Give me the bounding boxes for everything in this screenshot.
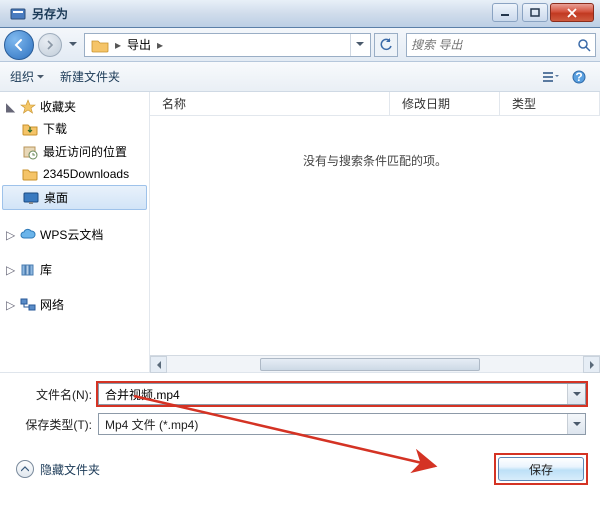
network-icon — [20, 297, 36, 313]
save-form: 文件名(N): 保存类型(T): Mp4 文件 (*.mp4) — [0, 373, 600, 447]
file-list-view: 名称 修改日期 类型 没有与搜索条件匹配的项。 — [150, 92, 600, 372]
footer: 隐藏文件夹 保存 — [0, 447, 600, 495]
chevron-right-icon[interactable]: ▸ — [155, 38, 165, 52]
address-dropdown[interactable] — [350, 34, 368, 56]
new-folder-button[interactable]: 新建文件夹 — [60, 68, 120, 85]
help-button[interactable]: ? — [568, 66, 590, 88]
column-modified[interactable]: 修改日期 — [390, 92, 500, 115]
disclosure-icon: ◣ — [6, 100, 16, 114]
filetype-value: Mp4 文件 (*.mp4) — [99, 416, 567, 433]
wps-group[interactable]: ▷ WPS云文档 — [0, 224, 149, 245]
cloud-icon — [20, 227, 36, 243]
back-button[interactable] — [4, 30, 34, 60]
desktop-icon — [23, 190, 39, 206]
minimize-button[interactable] — [492, 3, 518, 22]
forward-button[interactable] — [38, 33, 62, 57]
sidebar-item-recent[interactable]: 最近访问的位置 — [0, 140, 149, 163]
folder-icon — [91, 37, 109, 53]
organize-menu[interactable]: 组织 — [10, 68, 44, 85]
favorites-label: 收藏夹 — [40, 98, 76, 115]
hide-folders-toggle[interactable]: 隐藏文件夹 — [16, 460, 100, 478]
chevron-right-icon: ▷ — [6, 263, 16, 277]
network-group[interactable]: ▷ 网络 — [0, 294, 149, 315]
chevron-up-icon — [16, 460, 34, 478]
refresh-button[interactable] — [374, 33, 398, 57]
svg-text:?: ? — [575, 70, 582, 84]
sidebar-item-desktop[interactable]: 桌面 — [2, 185, 147, 210]
scroll-right-button[interactable] — [583, 356, 600, 373]
filename-dropdown[interactable] — [567, 384, 585, 404]
chevron-right-icon[interactable]: ▸ — [113, 38, 123, 52]
search-input[interactable] — [407, 38, 573, 52]
column-headers: 名称 修改日期 类型 — [150, 92, 600, 116]
libraries-group[interactable]: ▷ 库 — [0, 259, 149, 280]
title-bar: 另存为 — [0, 0, 600, 28]
file-list-body[interactable]: 没有与搜索条件匹配的项。 — [150, 116, 600, 355]
breadcrumb-item[interactable]: 导出 — [123, 34, 155, 56]
favorites-group[interactable]: ◣ 收藏夹 — [0, 96, 149, 117]
toolbar: 组织 新建文件夹 ? — [0, 62, 600, 92]
column-name[interactable]: 名称 — [150, 92, 390, 115]
save-button[interactable]: 保存 — [498, 457, 584, 481]
search-box[interactable] — [406, 33, 596, 57]
chevron-right-icon: ▷ — [6, 298, 16, 312]
filename-label: 文件名(N): — [14, 386, 98, 403]
scroll-left-button[interactable] — [150, 356, 167, 373]
library-icon — [20, 262, 36, 278]
navigation-bar: ▸ 导出 ▸ — [0, 28, 600, 62]
filetype-dropdown[interactable] — [567, 414, 585, 434]
navigation-pane: ◣ 收藏夹 下载 最近访问的位置 2345Downloads 桌面 — [0, 92, 150, 372]
star-icon — [20, 99, 36, 115]
window-title: 另存为 — [32, 5, 68, 22]
app-icon — [10, 6, 26, 22]
filename-field[interactable] — [98, 383, 586, 405]
maximize-button[interactable] — [522, 3, 548, 22]
close-button[interactable] — [550, 3, 594, 22]
sidebar-item-downloads[interactable]: 下载 — [0, 117, 149, 140]
download-icon — [22, 121, 38, 137]
column-type[interactable]: 类型 — [500, 92, 600, 115]
scrollbar-thumb[interactable] — [260, 358, 480, 371]
sidebar-item-2345[interactable]: 2345Downloads — [0, 163, 149, 185]
horizontal-scrollbar[interactable] — [150, 355, 600, 372]
empty-message: 没有与搜索条件匹配的项。 — [150, 152, 600, 169]
recent-icon — [22, 144, 38, 160]
chevron-right-icon: ▷ — [6, 228, 16, 242]
folder-icon — [22, 166, 38, 182]
filename-input[interactable] — [99, 387, 567, 401]
filetype-field[interactable]: Mp4 文件 (*.mp4) — [98, 413, 586, 435]
search-icon[interactable] — [573, 38, 595, 52]
address-bar[interactable]: ▸ 导出 ▸ — [84, 33, 371, 57]
body-area: ◣ 收藏夹 下载 最近访问的位置 2345Downloads 桌面 — [0, 92, 600, 372]
history-dropdown[interactable] — [66, 33, 80, 57]
filetype-label: 保存类型(T): — [14, 416, 98, 433]
view-options-button[interactable] — [540, 66, 562, 88]
